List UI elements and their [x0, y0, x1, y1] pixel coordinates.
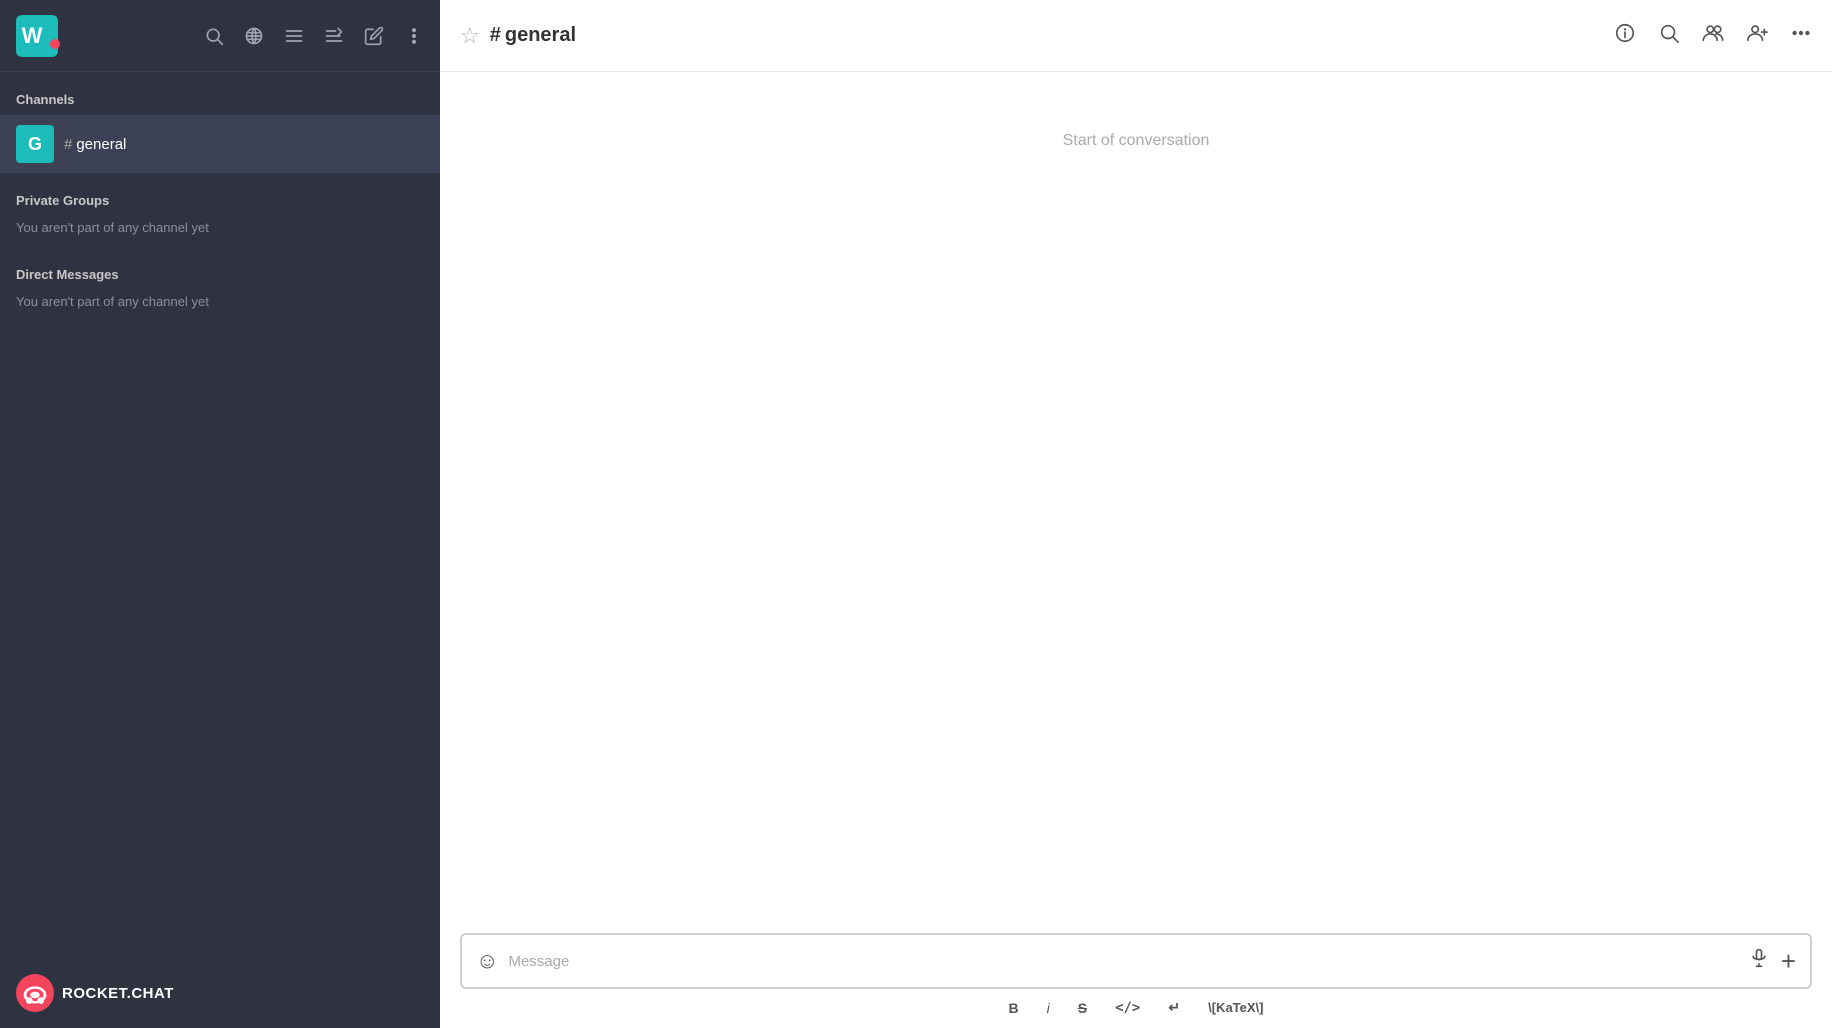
start-of-conversation-text: Start of conversation: [1063, 132, 1210, 150]
header-actions: [1614, 22, 1812, 50]
main-header: ☆ # general: [440, 0, 1832, 72]
katex-button[interactable]: \[KaTeX\]: [1208, 1000, 1263, 1015]
header-channel-label: general: [505, 24, 576, 47]
private-groups-section: Private Groups You aren't part of any ch…: [0, 173, 440, 247]
info-icon[interactable]: [1614, 22, 1636, 50]
channels-section: Channels G # general: [0, 72, 440, 173]
compose-icon[interactable]: [364, 26, 384, 46]
main-content: ☆ # general: [440, 0, 1832, 1028]
channel-general-avatar: G: [16, 125, 54, 163]
star-icon[interactable]: ☆: [460, 23, 480, 49]
direct-messages-section: Direct Messages You aren't part of any c…: [0, 247, 440, 321]
sidebar-header: W: [0, 0, 440, 72]
members-icon[interactable]: [1702, 22, 1724, 50]
channels-section-title: Channels: [0, 72, 440, 115]
rocket-chat-logo: ROCKET.CHAT: [16, 974, 174, 1012]
strikethrough-button[interactable]: S: [1078, 1000, 1087, 1016]
return-button[interactable]: ↵: [1168, 999, 1180, 1016]
message-input-box: ☺ +: [460, 933, 1812, 989]
list-icon[interactable]: [284, 26, 304, 46]
message-toolbar: B i S </> ↵ \[KaTeX\]: [460, 989, 1812, 1028]
header-search-icon[interactable]: [1658, 22, 1680, 50]
channel-general-name: # general: [64, 136, 126, 153]
rocket-chat-label: ROCKET.CHAT: [62, 985, 174, 1002]
more-vertical-icon[interactable]: [404, 26, 424, 46]
message-input[interactable]: [508, 953, 1748, 970]
search-icon[interactable]: [204, 26, 224, 46]
rocket-chat-icon: [16, 974, 54, 1012]
globe-icon[interactable]: [244, 26, 264, 46]
add-member-icon[interactable]: [1746, 22, 1768, 50]
sidebar-footer: ROCKET.CHAT: [0, 958, 440, 1028]
header-more-icon[interactable]: [1790, 22, 1812, 50]
add-attachment-button[interactable]: +: [1781, 946, 1796, 977]
direct-messages-empty: You aren't part of any channel yet: [0, 290, 440, 321]
message-input-area: ☺ + B i S </> ↵ \[KaTeX\]: [440, 921, 1832, 1028]
header-channel-name: # general: [490, 24, 576, 47]
private-groups-empty: You aren't part of any channel yet: [0, 216, 440, 247]
workspace-logo[interactable]: W: [16, 15, 58, 57]
channel-general-item[interactable]: G # general: [0, 115, 440, 173]
emoji-button[interactable]: ☺: [476, 948, 498, 974]
channel-general-label: general: [76, 136, 126, 153]
private-groups-title: Private Groups: [0, 173, 440, 216]
chat-area: Start of conversation: [440, 72, 1832, 921]
sort-icon[interactable]: [324, 26, 344, 46]
channel-hash-symbol: #: [64, 136, 72, 153]
bold-button[interactable]: B: [1008, 1000, 1018, 1016]
direct-messages-title: Direct Messages: [0, 247, 440, 290]
sidebar: W: [0, 0, 440, 1028]
sidebar-icons: [204, 26, 424, 46]
code-button[interactable]: </>: [1115, 1000, 1140, 1016]
italic-button[interactable]: i: [1047, 1000, 1050, 1016]
header-hash: #: [490, 24, 501, 47]
microphone-icon[interactable]: [1749, 948, 1769, 974]
